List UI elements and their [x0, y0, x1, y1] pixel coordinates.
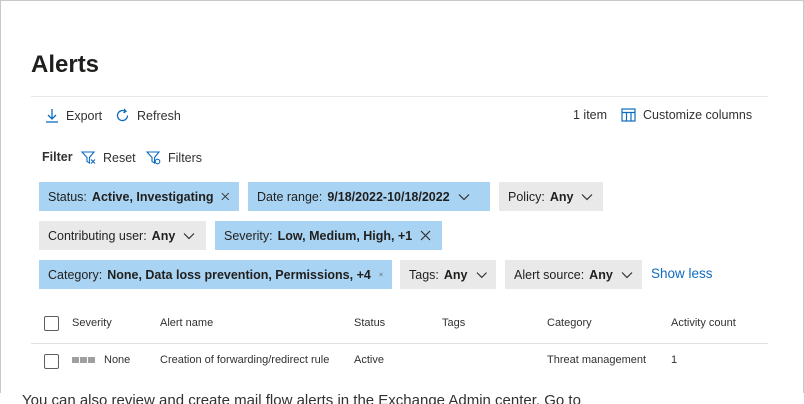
pill-value: Any — [151, 228, 176, 243]
column-header-alert-name[interactable]: Alert name — [160, 317, 213, 329]
reset-label: Reset — [103, 150, 136, 165]
filter-pill-date-range[interactable]: Date range: 9/18/2022-10/18/2022 — [248, 182, 490, 211]
filter-pill-alert-source[interactable]: Alert source: Any — [505, 260, 642, 289]
pill-value: Active, Investigating — [91, 189, 214, 204]
filter-label: Filter — [42, 150, 73, 164]
show-less-link[interactable]: Show less — [651, 266, 713, 281]
clear-filter-icon — [81, 151, 96, 164]
activity-count-cell: 1 — [671, 354, 678, 366]
customize-columns-icon — [621, 108, 636, 122]
customize-columns-button[interactable]: Customize columns — [621, 108, 752, 122]
chevron-down-icon — [183, 232, 195, 239]
export-button[interactable]: Export — [45, 108, 102, 123]
alerts-panel: Alerts Export Refresh 1 item Customize c… — [0, 0, 804, 393]
column-header-severity[interactable]: Severity — [72, 317, 112, 329]
filters-label: Filters — [168, 150, 203, 165]
filter-pill-tags[interactable]: Tags: Any — [400, 260, 496, 289]
pill-label: Date range: — [257, 189, 323, 204]
chevron-down-icon — [582, 193, 593, 200]
refresh-icon — [116, 108, 129, 122]
page-title: Alerts — [31, 51, 100, 78]
pill-value: Any — [443, 267, 468, 282]
row-checkbox[interactable] — [44, 354, 59, 369]
pill-label: Alert source: — [514, 267, 585, 282]
filters-button[interactable]: Filters — [146, 150, 202, 165]
select-all-checkbox[interactable] — [44, 316, 59, 331]
download-icon — [46, 109, 58, 123]
pill-value: None, Data loss prevention, Permissions,… — [107, 267, 371, 282]
footer-text-strip: You can also review and create mail flow… — [0, 393, 804, 404]
column-header-activity-count[interactable]: Activity count — [671, 317, 736, 329]
filter-pill-policy[interactable]: Policy: Any — [499, 182, 603, 211]
export-label: Export — [66, 108, 103, 123]
filter-pill-contributing-user[interactable]: Contributing user: Any — [39, 221, 206, 250]
item-count-label: 1 item — [573, 108, 608, 122]
pill-label: Tags: — [409, 267, 439, 282]
pill-label: Status: — [48, 189, 87, 204]
filter-pill-severity[interactable]: Severity: Low, Medium, High, +1 — [215, 221, 442, 250]
severity-bars-icon — [72, 357, 95, 363]
severity-cell: None — [104, 354, 131, 366]
divider — [31, 96, 768, 97]
item-count: 1 item — [573, 108, 607, 122]
column-header-tags[interactable]: Tags — [442, 317, 465, 329]
filter-pill-status[interactable]: Status: Active, Investigating — [39, 182, 239, 211]
filter-settings-icon — [146, 151, 161, 165]
customize-columns-label: Customize columns — [643, 108, 753, 122]
pill-value: Low, Medium, High, +1 — [277, 228, 413, 243]
pill-value: Any — [589, 267, 613, 282]
chevron-down-icon — [621, 271, 633, 278]
status-cell: Active — [354, 354, 384, 366]
reset-button[interactable]: Reset — [81, 150, 136, 165]
column-header-category[interactable]: Category — [547, 317, 592, 329]
table-header-divider — [31, 343, 768, 344]
category-cell: Threat management — [547, 354, 647, 366]
pill-label: Category: — [48, 267, 103, 282]
filter-pill-category[interactable]: Category: None, Data loss prevention, Pe… — [39, 260, 392, 289]
column-header-status[interactable]: Status — [354, 317, 385, 329]
footer-text: You can also review and create mail flow… — [22, 393, 581, 404]
alert-name-cell[interactable]: Creation of forwarding/redirect rule — [160, 354, 329, 366]
pill-value: Any — [549, 189, 574, 204]
pill-label: Contributing user: — [48, 228, 147, 243]
chevron-down-icon — [476, 271, 487, 278]
close-icon[interactable] — [420, 230, 431, 241]
chevron-down-icon — [458, 193, 470, 200]
pill-label: Severity: — [224, 228, 273, 243]
refresh-button[interactable]: Refresh — [115, 108, 181, 123]
pill-value: 9/18/2022-10/18/2022 — [327, 189, 450, 204]
refresh-label: Refresh — [137, 108, 181, 123]
pill-label: Policy: — [508, 189, 545, 204]
close-icon[interactable] — [379, 269, 383, 280]
close-icon[interactable] — [221, 191, 230, 202]
